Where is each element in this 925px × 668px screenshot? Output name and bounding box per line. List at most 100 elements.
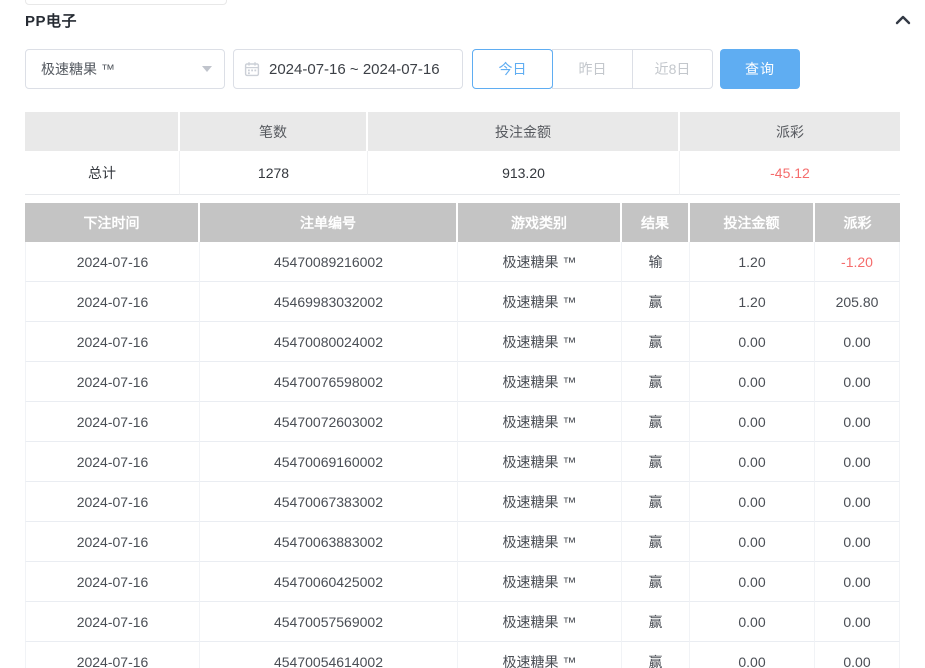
quick-range-button[interactable]: 今日 — [472, 49, 553, 89]
table-cell: 0.00 — [690, 482, 815, 522]
table-cell: 赢 — [622, 642, 690, 668]
column-header: 笔数 — [180, 112, 368, 151]
table-cell: 45470057569002 — [200, 602, 458, 642]
game-select[interactable]: 极速糖果 ™ — [25, 49, 225, 89]
summary-payout: -45.12 — [680, 151, 900, 195]
table-cell: 2024-07-16 — [25, 362, 200, 402]
table-cell: 赢 — [622, 322, 690, 362]
table-cell: 2024-07-16 — [25, 562, 200, 602]
table-cell: 极速糖果 ™ — [458, 602, 622, 642]
summary-bet-amount: 913.20 — [368, 151, 680, 195]
pp-electronic-panel: PP电子 极速糖果 ™ — [0, 0, 925, 668]
table-cell: 45470076598002 — [200, 362, 458, 402]
table-row: 2024-07-1645470067383002极速糖果 ™赢0.000.00 — [25, 482, 900, 522]
table-cell: 1.20 — [690, 242, 815, 282]
column-header: 派彩 — [815, 203, 900, 242]
table-cell: 2024-07-16 — [25, 282, 200, 322]
table-cell: 0.00 — [815, 322, 900, 362]
quick-range-button[interactable]: 昨日 — [552, 49, 633, 89]
column-header: 结果 — [622, 203, 690, 242]
table-cell: 2024-07-16 — [25, 642, 200, 668]
summary-total-label: 总计 — [25, 151, 180, 195]
table-row: 2024-07-1645470080024002极速糖果 ™赢0.000.00 — [25, 322, 900, 362]
caret-down-icon — [202, 66, 212, 72]
table-cell: 2024-07-16 — [25, 522, 200, 562]
quick-button-group: 今日昨日近8日 — [472, 49, 713, 89]
filter-bar: 极速糖果 ™ 2024-07-16 ~ 2024-07-16 今日昨日近8日 查… — [25, 49, 913, 89]
table-cell: 极速糖果 ™ — [458, 642, 622, 668]
table-cell: 0.00 — [815, 642, 900, 668]
table-cell: 45470067383002 — [200, 482, 458, 522]
table-row: 2024-07-1645470054614002极速糖果 ™赢0.000.00 — [25, 642, 900, 668]
table-cell: 0.00 — [815, 402, 900, 442]
column-header: 投注金额 — [368, 112, 680, 151]
table-cell: 45470060425002 — [200, 562, 458, 602]
table-cell: 0.00 — [690, 362, 815, 402]
table-cell: 2024-07-16 — [25, 602, 200, 642]
table-cell: 45470080024002 — [200, 322, 458, 362]
page-title: PP电子 — [25, 10, 77, 31]
table-row: 2024-07-1645470063883002极速糖果 ™赢0.000.00 — [25, 522, 900, 562]
table-cell: 45470089216002 — [200, 242, 458, 282]
table-cell: 0.00 — [815, 522, 900, 562]
column-header: 注单编号 — [200, 203, 458, 242]
table-cell: 0.00 — [690, 522, 815, 562]
table-cell: 0.00 — [690, 642, 815, 668]
table-cell: 极速糖果 ™ — [458, 522, 622, 562]
table-cell: 赢 — [622, 362, 690, 402]
table-cell: 205.80 — [815, 282, 900, 322]
summary-table: 笔数 投注金额 派彩 总计 1278 913.20 -45.12 — [25, 112, 900, 195]
table-cell: 1.20 — [690, 282, 815, 322]
cutoff-element-above — [25, 0, 227, 5]
table-cell: 极速糖果 ™ — [458, 402, 622, 442]
column-header: 下注时间 — [25, 203, 200, 242]
table-cell: 45470072603002 — [200, 402, 458, 442]
table-cell: 赢 — [622, 282, 690, 322]
date-range-value: 2024-07-16 ~ 2024-07-16 — [269, 61, 440, 78]
table-cell: 45470054614002 — [200, 642, 458, 668]
table-row: 2024-07-1645470057569002极速糖果 ™赢0.000.00 — [25, 602, 900, 642]
table-cell: 0.00 — [815, 562, 900, 602]
table-cell: 赢 — [622, 482, 690, 522]
date-range-picker[interactable]: 2024-07-16 ~ 2024-07-16 — [233, 49, 463, 89]
table-cell: 极速糖果 ™ — [458, 442, 622, 482]
table-cell: 赢 — [622, 402, 690, 442]
table-cell: 45470069160002 — [200, 442, 458, 482]
table-cell: 极速糖果 ™ — [458, 282, 622, 322]
panel-header: PP电子 — [25, 8, 913, 32]
game-select-value: 极速糖果 ™ — [41, 59, 115, 79]
calendar-icon — [244, 61, 260, 77]
table-cell: -1.20 — [815, 242, 900, 282]
table-row: 2024-07-1645470076598002极速糖果 ™赢0.000.00 — [25, 362, 900, 402]
table-cell: 赢 — [622, 562, 690, 602]
table-cell: 赢 — [622, 442, 690, 482]
table-cell: 2024-07-16 — [25, 402, 200, 442]
column-header: 投注金额 — [690, 203, 815, 242]
records-table-body: 2024-07-1645470089216002极速糖果 ™输1.20-1.20… — [25, 242, 900, 668]
table-cell: 极速糖果 ™ — [458, 242, 622, 282]
query-button[interactable]: 查询 — [720, 49, 800, 89]
table-cell: 2024-07-16 — [25, 322, 200, 362]
records-table: 下注时间注单编号游戏类别结果投注金额派彩 2024-07-16454700892… — [25, 203, 900, 668]
table-row: 2024-07-1645469983032002极速糖果 ™赢1.20205.8… — [25, 282, 900, 322]
chevron-up-icon — [893, 10, 913, 30]
column-header — [25, 112, 180, 151]
collapse-button[interactable] — [893, 10, 913, 30]
table-cell: 0.00 — [690, 322, 815, 362]
summary-total-row: 总计 1278 913.20 -45.12 — [25, 151, 900, 195]
table-cell: 输 — [622, 242, 690, 282]
table-cell: 2024-07-16 — [25, 242, 200, 282]
table-cell: 2024-07-16 — [25, 442, 200, 482]
table-cell: 极速糖果 ™ — [458, 362, 622, 402]
table-cell: 0.00 — [815, 602, 900, 642]
summary-count: 1278 — [180, 151, 368, 195]
table-cell: 0.00 — [815, 442, 900, 482]
column-header: 派彩 — [680, 112, 900, 151]
table-row: 2024-07-1645470072603002极速糖果 ™赢0.000.00 — [25, 402, 900, 442]
table-row: 2024-07-1645470089216002极速糖果 ™输1.20-1.20 — [25, 242, 900, 282]
table-row: 2024-07-1645470060425002极速糖果 ™赢0.000.00 — [25, 562, 900, 602]
quick-range-button[interactable]: 近8日 — [632, 49, 713, 89]
column-header: 游戏类别 — [458, 203, 622, 242]
table-cell: 极速糖果 ™ — [458, 322, 622, 362]
summary-header-row: 笔数 投注金额 派彩 — [25, 112, 900, 151]
